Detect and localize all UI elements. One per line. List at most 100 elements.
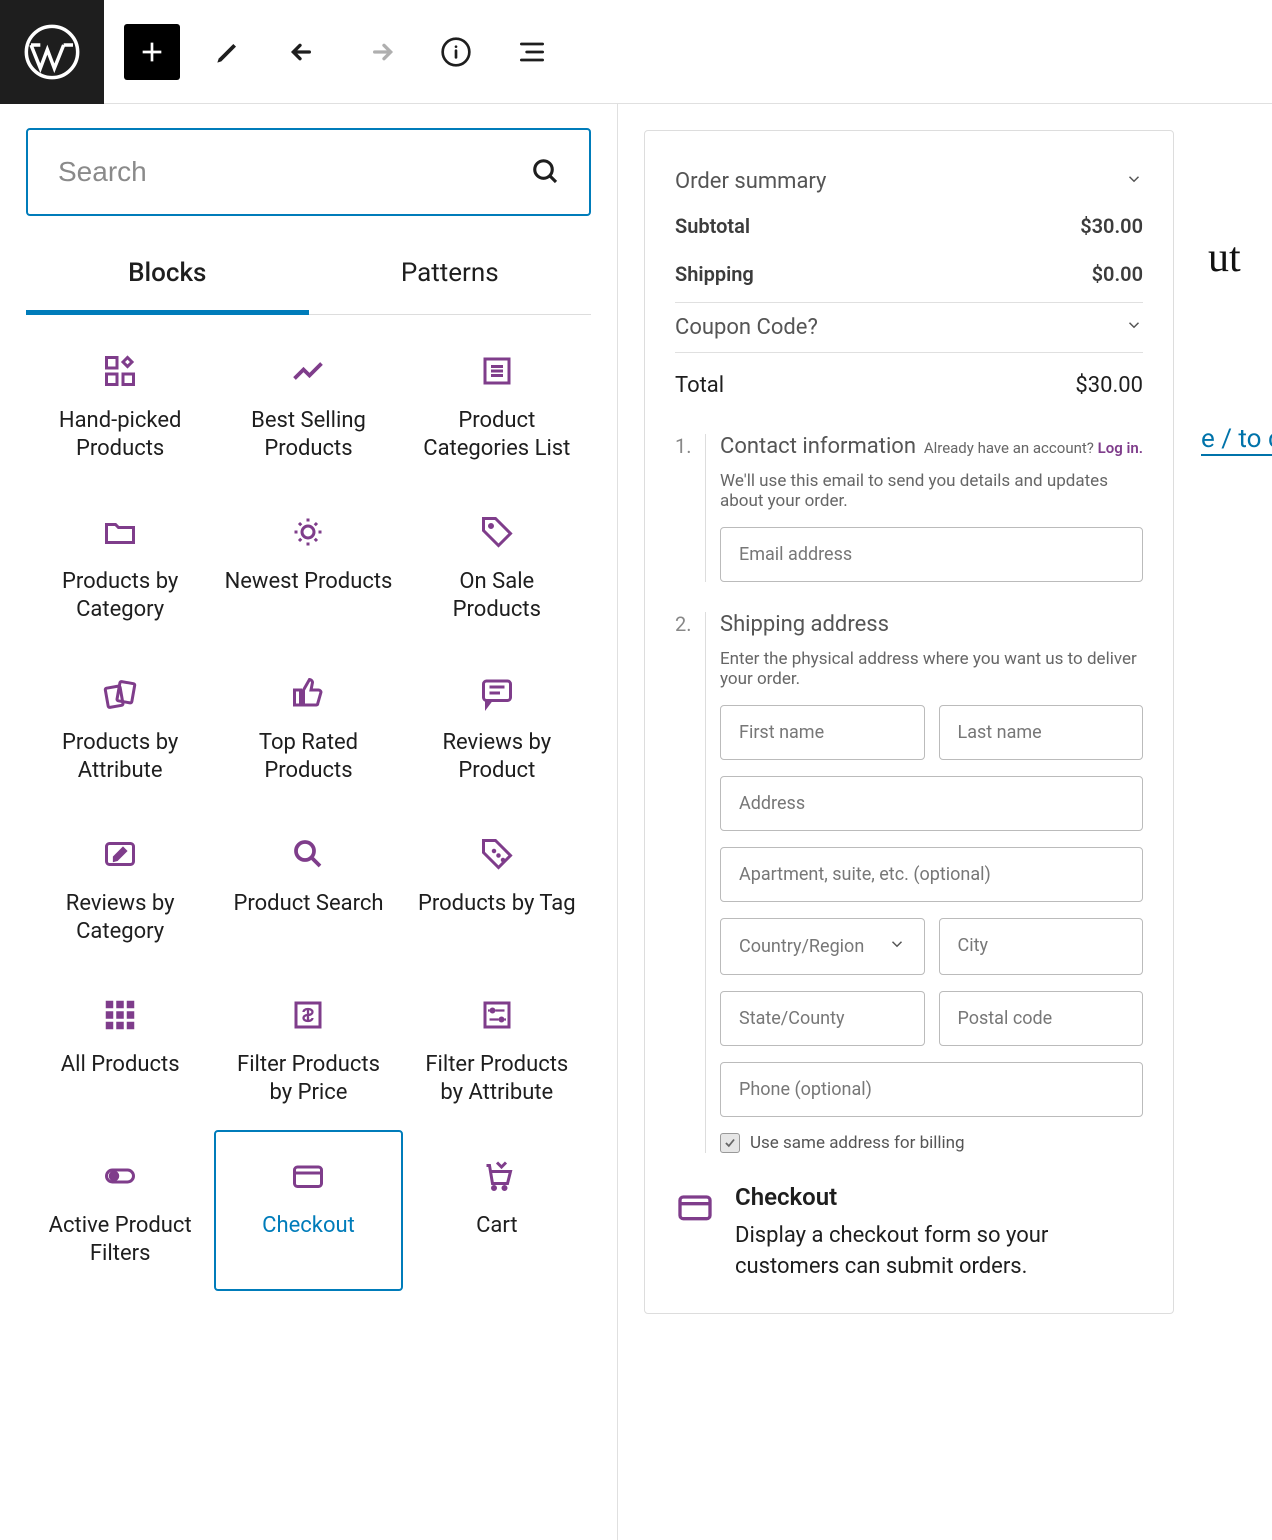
block-item-sliders[interactable]: Filter Products by Attribute	[403, 969, 591, 1130]
background-link-fragment: e / to c	[1201, 424, 1272, 456]
block-item-tag[interactable]: On Sale Products	[403, 486, 591, 647]
search-icon	[531, 157, 561, 187]
block-label: Newest Products	[225, 568, 393, 596]
apartment-field[interactable]: Apartment, suite, etc. (optional)	[720, 847, 1143, 902]
block-item-grid-plus[interactable]: Hand-picked Products	[26, 325, 214, 486]
summary-total-row: Total $30.00	[675, 357, 1143, 404]
block-label: Checkout	[262, 1212, 355, 1240]
cards-icon	[102, 675, 138, 711]
pencil-icon	[212, 36, 244, 68]
block-label: Filter Products by Price	[224, 1051, 392, 1106]
block-label: On Sale Products	[413, 568, 581, 623]
step2-title: Shipping address	[720, 612, 1143, 637]
block-item-list-box[interactable]: Product Categories List	[403, 325, 591, 486]
block-label: Hand-picked Products	[36, 407, 204, 462]
block-description: Checkout Display a checkout form so your…	[675, 1183, 1143, 1283]
block-item-thumb[interactable]: Top Rated Products	[214, 647, 402, 808]
price-icon	[290, 997, 326, 1033]
cart-icon	[479, 1158, 515, 1194]
block-item-price[interactable]: Filter Products by Price	[214, 969, 402, 1130]
block-inserter-panel: Blocks Patterns Hand-picked Products Best…	[0, 104, 618, 1540]
block-item-trend[interactable]: Best Selling Products	[214, 325, 402, 486]
outline-button[interactable]	[504, 24, 560, 80]
block-item-burst[interactable]: Newest Products	[214, 486, 402, 647]
city-field[interactable]: City	[939, 918, 1144, 975]
add-block-button[interactable]	[124, 24, 180, 80]
login-prompt: Already have an account? Log in.	[924, 439, 1143, 457]
redo-button[interactable]	[352, 24, 408, 80]
block-label: Top Rated Products	[224, 729, 392, 784]
checkbox-icon	[720, 1133, 740, 1153]
block-desc-text: Display a checkout form so your customer…	[735, 1221, 1143, 1283]
info-button[interactable]	[428, 24, 484, 80]
postal-field[interactable]: Postal code	[939, 991, 1144, 1046]
billing-checkbox-row[interactable]: Use same address for billing	[720, 1133, 1143, 1153]
summary-subtotal-row: Subtotal $30.00	[675, 202, 1143, 250]
block-label: Active Product Filters	[36, 1212, 204, 1267]
grid9-icon	[102, 997, 138, 1033]
step-shipping: 2. Shipping address Enter the physical a…	[675, 612, 1143, 1153]
trend-icon	[290, 353, 326, 389]
block-label: Cart	[476, 1212, 517, 1240]
block-item-comment[interactable]: Reviews by Product	[403, 647, 591, 808]
grid-plus-icon	[102, 353, 138, 389]
first-name-field[interactable]: First name	[720, 705, 925, 760]
phone-field[interactable]: Phone (optional)	[720, 1062, 1143, 1117]
block-item-toggle[interactable]: Active Product Filters	[26, 1130, 214, 1291]
thumb-icon	[290, 675, 326, 711]
order-summary-label: Order summary	[675, 169, 826, 194]
address-field[interactable]: Address	[720, 776, 1143, 831]
login-link[interactable]: Log in.	[1098, 439, 1143, 457]
wordpress-icon	[24, 24, 80, 80]
summary-shipping-row: Shipping $0.00	[675, 250, 1143, 298]
edit-button[interactable]	[200, 24, 256, 80]
block-item-folder[interactable]: Products by Category	[26, 486, 214, 647]
block-item-tag-dots[interactable]: Products by Tag	[403, 808, 591, 969]
block-item-write[interactable]: Reviews by Category	[26, 808, 214, 969]
chevron-down-icon	[888, 935, 906, 958]
preview-card: Order summary Subtotal $30.00 Shipping $…	[644, 130, 1174, 1314]
last-name-field[interactable]: Last name	[939, 705, 1144, 760]
comment-icon	[479, 675, 515, 711]
card-icon	[290, 1158, 326, 1194]
block-label: Product Search	[234, 890, 384, 918]
country-select[interactable]: Country/Region	[720, 918, 925, 975]
info-icon	[440, 36, 472, 68]
block-label: Reviews by Product	[413, 729, 581, 784]
step-contact: 1. Contact information Already have an a…	[675, 434, 1143, 582]
block-item-grid9[interactable]: All Products	[26, 969, 214, 1130]
step1-title: Contact information	[720, 434, 916, 459]
order-summary-header[interactable]: Order summary	[675, 161, 1143, 202]
tab-patterns[interactable]: Patterns	[309, 236, 592, 315]
block-label: Product Categories List	[413, 407, 581, 462]
burst-icon	[290, 514, 326, 550]
block-grid: Hand-picked Products Best Selling Product…	[26, 325, 591, 1291]
block-label: Products by Category	[36, 568, 204, 623]
top-toolbar	[0, 0, 1272, 104]
inserter-tabs: Blocks Patterns	[26, 236, 591, 315]
block-label: Products by Attribute	[36, 729, 204, 784]
coupon-toggle[interactable]: Coupon Code?	[675, 307, 1143, 348]
card-icon	[675, 1187, 715, 1227]
undo-button[interactable]	[276, 24, 332, 80]
undo-icon	[288, 36, 320, 68]
plus-icon	[136, 36, 168, 68]
block-item-search[interactable]: Product Search	[214, 808, 402, 969]
block-item-cards[interactable]: Products by Attribute	[26, 647, 214, 808]
state-field[interactable]: State/County	[720, 991, 925, 1046]
wordpress-logo[interactable]	[0, 0, 104, 104]
search-input[interactable]	[26, 128, 591, 216]
email-field[interactable]: Email address	[720, 527, 1143, 582]
toggle-icon	[102, 1158, 138, 1194]
step1-desc: We'll use this email to send you details…	[720, 471, 1143, 511]
write-icon	[102, 836, 138, 872]
block-item-cart[interactable]: Cart	[403, 1130, 591, 1291]
block-desc-title: Checkout	[735, 1183, 1143, 1211]
tab-blocks[interactable]: Blocks	[26, 236, 309, 315]
block-label: Products by Tag	[418, 890, 576, 918]
chevron-down-icon	[1125, 169, 1143, 194]
block-item-card[interactable]: Checkout	[214, 1130, 402, 1291]
outline-icon	[516, 36, 548, 68]
block-label: Best Selling Products	[224, 407, 392, 462]
block-preview-panel: ut e / to c Order summary Subtotal $30.0…	[618, 104, 1272, 1540]
